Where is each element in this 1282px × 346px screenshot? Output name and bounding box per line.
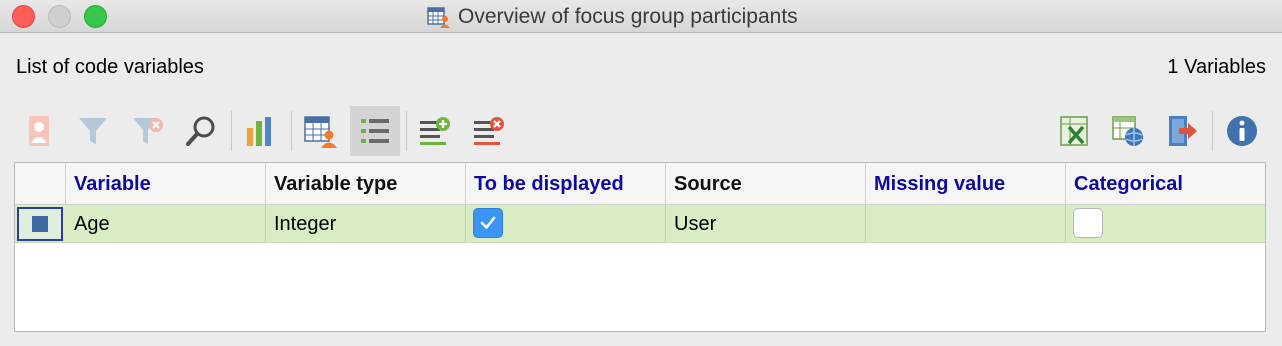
variable-list-button[interactable] [350,106,400,156]
data-editor-button[interactable] [295,106,345,156]
maximize-button[interactable] [84,5,107,28]
search-icon [186,116,215,146]
chart-button[interactable] [235,106,285,156]
export-icon [1169,116,1197,146]
row-selector[interactable] [17,207,63,241]
excel-export-icon [1060,116,1088,146]
column-header-missing-value[interactable]: Missing value [866,163,1066,205]
web-export-icon [1112,116,1143,146]
column-header-variable[interactable]: Variable [66,163,266,205]
bar-chart-icon [247,117,271,146]
cell-source[interactable]: User [666,205,866,243]
close-button[interactable] [12,5,35,28]
toolbar-separator [291,111,292,151]
toolbar-separator [1212,111,1213,151]
table-row[interactable]: Age Integer User [15,205,1265,243]
variable-list-icon [361,119,389,143]
column-header-selector [15,163,66,205]
cell-missing-value[interactable] [866,205,1066,243]
variable-count: 1 Variables [1167,56,1266,78]
window-title-text: Overview of focus group participants [458,4,798,28]
web-export-button[interactable] [1103,106,1153,156]
add-variable-button[interactable] [410,106,460,156]
info-button[interactable] [1217,106,1267,156]
export-button[interactable] [1157,106,1207,156]
delete-variable-icon [474,117,504,145]
delete-variable-button[interactable] [464,106,514,156]
checkmark-icon [480,216,496,229]
title-bar[interactable]: Overview of focus group participants [0,0,1282,33]
list-label: List of code variables [16,56,204,78]
cell-variable[interactable]: Age [66,205,266,243]
column-header-categorical[interactable]: Categorical [1066,163,1265,205]
window-title: Overview of focus group participants [427,4,798,29]
filter-icon [79,118,107,144]
filter-button[interactable] [68,106,118,156]
add-variable-icon [420,117,450,145]
search-button[interactable] [176,106,226,156]
window: Overview of focus group participants Lis… [0,0,1282,346]
categorical-checkbox[interactable] [1073,208,1103,238]
toolbar-separator [406,111,407,151]
activate-cases-icon [29,116,49,146]
data-editor-icon [304,116,337,148]
info-icon [1227,116,1257,146]
clear-filter-button[interactable] [122,106,172,156]
excel-export-button[interactable] [1049,106,1099,156]
toolbar-separator [231,111,232,151]
variables-table: Variable Variable type To be displayed S… [14,162,1266,332]
minimize-button[interactable] [48,5,71,28]
table-person-icon [427,6,450,28]
cell-to-be-displayed [466,205,666,243]
clear-filter-icon [133,118,163,144]
table-header: Variable Variable type To be displayed S… [15,163,1265,205]
activate-cases-button[interactable] [14,106,64,156]
cell-variable-type[interactable]: Integer [266,205,466,243]
toolbar [12,106,1270,156]
column-header-variable-type[interactable]: Variable type [266,163,466,205]
row-marker-icon [32,216,48,232]
column-header-to-be-displayed[interactable]: To be displayed [466,163,666,205]
displayed-checkbox[interactable] [473,208,503,238]
cell-categorical [1066,205,1265,243]
column-header-source[interactable]: Source [666,163,866,205]
